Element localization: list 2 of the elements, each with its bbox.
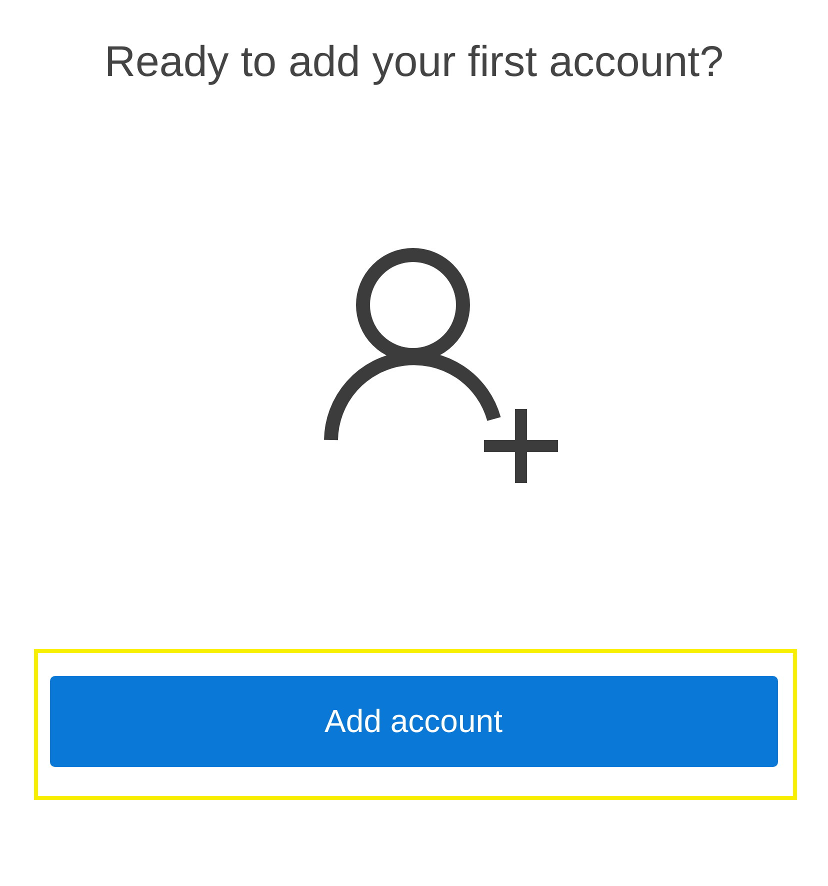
add-account-button[interactable]: Add account	[50, 676, 778, 767]
heading: Ready to add your first account?	[104, 38, 724, 87]
